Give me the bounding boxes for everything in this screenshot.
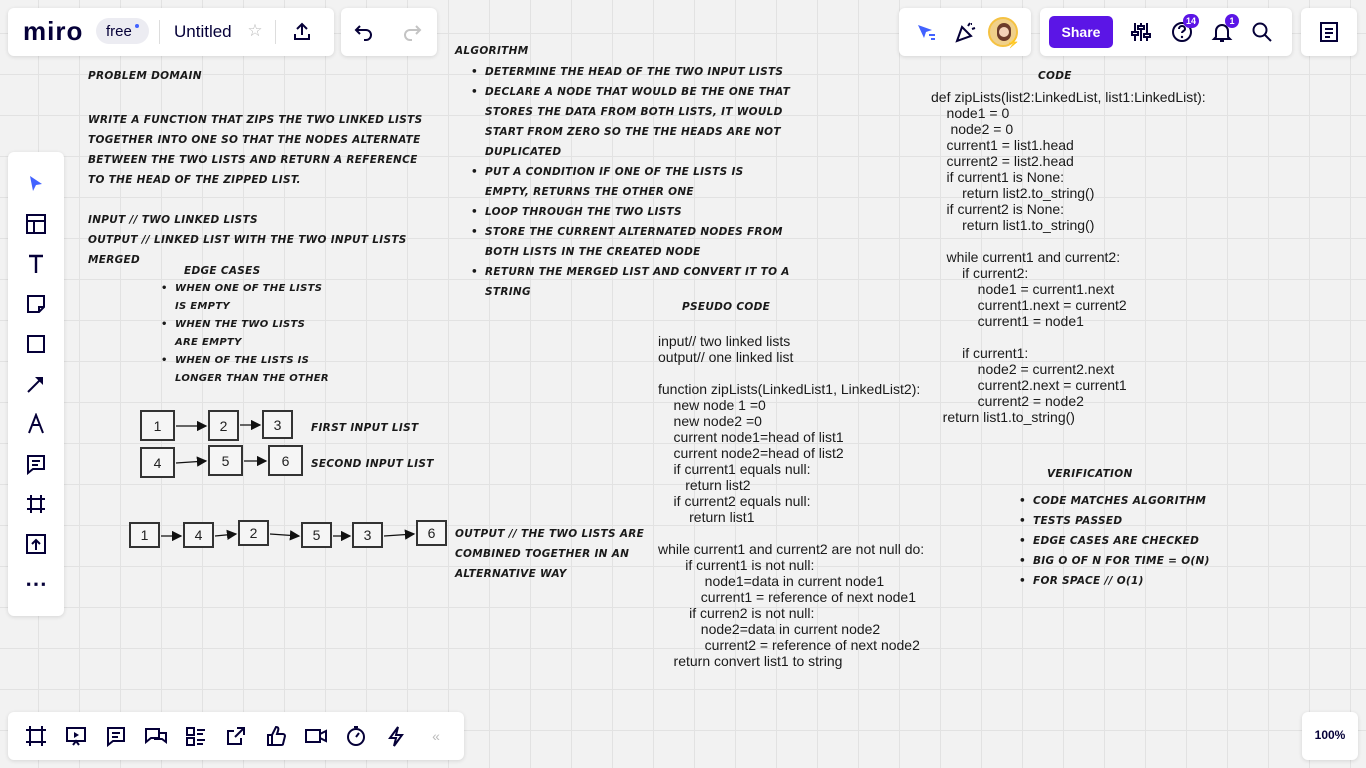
celebrate-icon[interactable] [953, 20, 979, 44]
cards-list-icon[interactable] [184, 724, 208, 748]
verification-item: Tests passed [1019, 511, 1249, 531]
share-button[interactable]: Share [1049, 16, 1113, 48]
code-line: current2.next = current1 [931, 377, 1127, 393]
chat-icon[interactable] [144, 724, 168, 748]
frames-icon[interactable] [24, 724, 48, 748]
pseudo-line: function zipLists(LinkedList1, LinkedLis… [658, 381, 921, 397]
pseudo-code-block[interactable]: input// two linked lists output// one li… [658, 333, 958, 673]
code-line: return list1.to_string() [931, 409, 1075, 425]
pseudo-line: return list1 [658, 509, 755, 525]
code-line: current2 = node2 [931, 393, 1084, 409]
code-line: return list2.to_string() [931, 185, 1095, 201]
code-line: if current2 is None: [931, 201, 1065, 217]
verification-item: Big O of n for time = O(n) [1019, 551, 1249, 571]
comments-icon[interactable] [104, 724, 128, 748]
lightning-icon: ⚡ [1007, 38, 1020, 49]
zoom-level[interactable]: 100% [1302, 728, 1358, 742]
pseudo-line: current2 = reference of next node2 [658, 637, 920, 653]
verification-item: For space // O(1) [1019, 571, 1249, 591]
pseudo-line: node1=data in current node1 [658, 573, 885, 589]
code-line: current1.next = current2 [931, 297, 1127, 313]
code-block[interactable]: def zipLists(list2:LinkedList, list1:Lin… [931, 89, 1231, 429]
code-line: if current1 is None: [931, 169, 1065, 185]
more-tools-icon[interactable]: ⋯ [24, 571, 48, 596]
code-line: node2 = current2.next [931, 361, 1115, 377]
pseudo-line: if current1 equals null: [658, 461, 811, 477]
timer-icon[interactable] [344, 724, 368, 748]
algorithm-step: Loop through the two lists [471, 202, 791, 222]
main-tools-panel: Share 14 1 [1040, 8, 1292, 56]
algorithm-list[interactable]: Determine the head of the two input list… [471, 62, 791, 302]
code-line: node1 = 0 [931, 105, 1010, 121]
pseudo-line: new node 1 =0 [658, 397, 766, 413]
pseudo-line: if curren2 is not null: [658, 605, 815, 621]
pseudo-line: return convert list1 to string [658, 653, 843, 669]
pseudo-line: current1 = reference of next node1 [658, 589, 916, 605]
pseudo-line: output// one linked list [658, 349, 794, 365]
diagram-arrows [161, 419, 416, 542]
collaboration-panel: ⚡ [899, 8, 1031, 56]
algorithm-step: Store the current alternated nodes from … [471, 222, 791, 262]
verification-title[interactable]: Verification [1047, 468, 1133, 480]
notes-panel [1301, 8, 1357, 56]
verification-item: Edge cases are checked [1019, 531, 1249, 551]
pseudo-line: new node2 =0 [658, 413, 762, 429]
zoom-panel: 100% [1302, 712, 1358, 760]
code-line: if current2: [931, 265, 1029, 281]
bottom-toolbar: « [8, 712, 464, 760]
algorithm-title[interactable]: Algorithm [455, 45, 528, 57]
pseudo-line: while current1 and current2 are not null… [658, 541, 925, 557]
pseudo-code-title[interactable]: Pseudo Code [682, 301, 770, 313]
code-line: def zipLists(list2:LinkedList, list1:Lin… [931, 89, 1206, 105]
code-line: current2 = list2.head [931, 153, 1074, 169]
notification-count-badge: 1 [1225, 14, 1239, 28]
verification-item: Code matches algorithm [1019, 491, 1249, 511]
pseudo-line: node2=data in current node2 [658, 621, 881, 637]
lightning-icon[interactable] [384, 724, 408, 748]
code-line: node1 = current1.next [931, 281, 1115, 297]
help-count-badge: 14 [1183, 14, 1199, 28]
notes-icon[interactable] [1317, 20, 1341, 44]
follow-cursor-icon[interactable] [913, 20, 939, 44]
pseudo-line: current node2=head of list2 [658, 445, 844, 461]
code-line: current1 = list1.head [931, 137, 1074, 153]
settings-sliders-icon[interactable] [1129, 20, 1153, 44]
pseudo-line: if current2 equals null: [658, 493, 811, 509]
share-screen-icon[interactable] [224, 724, 248, 748]
code-line: return list1.to_string() [931, 217, 1095, 233]
code-line: while current1 and current2: [931, 249, 1121, 265]
search-icon[interactable] [1250, 20, 1274, 44]
algorithm-step: Put a condition if one of the lists is e… [471, 162, 791, 202]
pseudo-line: return list2 [658, 477, 751, 493]
code-line: node2 = 0 [931, 121, 1014, 137]
verification-list[interactable]: Code matches algorithm Tests passed Edge… [1019, 491, 1249, 591]
pseudo-line: current node1=head of list1 [658, 429, 844, 445]
presentation-icon[interactable] [64, 724, 88, 748]
video-call-icon[interactable] [304, 724, 328, 748]
algorithm-step: Return the merged list and convert it to… [471, 262, 791, 302]
pseudo-line: input// two linked lists [658, 333, 791, 349]
like-icon[interactable] [264, 724, 288, 748]
code-line: current1 = node1 [931, 313, 1084, 329]
algorithm-step: Determine the head of the two input list… [471, 62, 791, 82]
code-title[interactable]: Code [1038, 70, 1072, 82]
algorithm-step: Declare a node that would be the one tha… [471, 82, 791, 162]
collapse-chevron-icon[interactable]: « [426, 724, 446, 748]
pseudo-line: if current1 is not null: [658, 557, 815, 573]
code-line: if current1: [931, 345, 1029, 361]
